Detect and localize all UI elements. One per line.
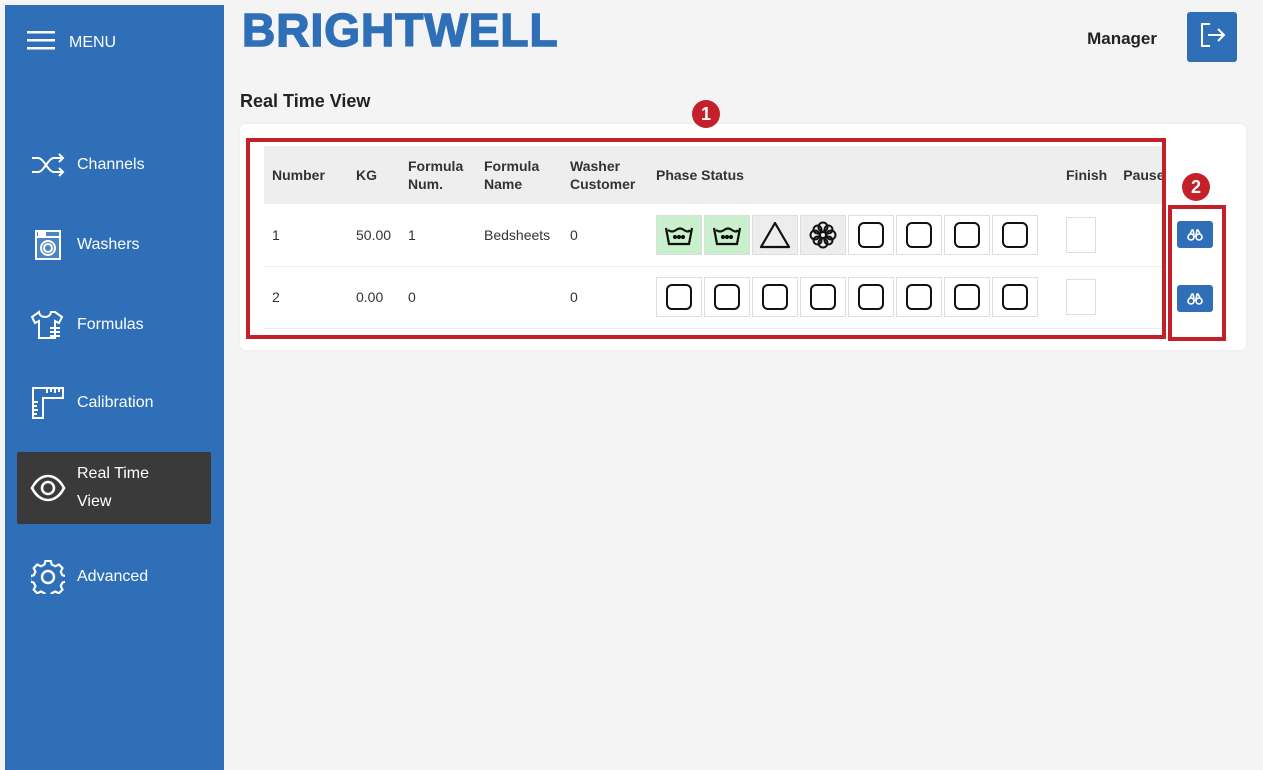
view-details-button[interactable] [1177,221,1213,248]
binoculars-icon [1187,228,1203,241]
main-content: BRIGHTWELL Manager Real Time View Number… [224,3,1263,770]
highlight-box-1 [246,138,1166,339]
washer-icon [29,226,67,264]
sidebar-item-formulas[interactable]: Formulas [17,289,211,361]
shuffle-icon [29,146,67,184]
menu-button[interactable]: MENU [27,30,116,55]
logout-button[interactable] [1187,12,1237,62]
sidebar: MENU Channels Washers Formulas Calibrati… [5,5,224,770]
user-name: Manager [1087,29,1157,48]
sidebar-item-washers[interactable]: Washers [17,209,211,281]
view-details-button[interactable] [1177,285,1213,312]
gear-icon [29,558,67,596]
eye-icon [29,469,67,507]
sidebar-item-label: Washers [77,236,140,253]
logout-icon [1198,21,1226,54]
sidebar-item-real-time-view[interactable]: Real Time View [17,452,211,524]
page-title: Real Time View [240,91,371,111]
sidebar-item-label: Calibration [77,394,154,411]
sidebar-item-label: Channels [77,156,145,173]
binoculars-icon [1187,292,1203,305]
annotation-badge-2: 2 [1182,173,1210,201]
sidebar-item-advanced[interactable]: Advanced [17,541,211,613]
sidebar-item-label: Formulas [77,316,144,333]
annotation-badge-1: 1 [692,100,720,128]
shirt-icon [29,306,67,344]
hamburger-icon [27,30,55,55]
label-line-1: Real Time [77,465,150,482]
sidebar-item-label: Real Time View [77,460,149,516]
sidebar-item-channels[interactable]: Channels [17,129,211,201]
sidebar-item-calibration[interactable]: Calibration [17,367,211,439]
ruler-icon [29,384,67,422]
label-line-2: View [77,493,112,510]
brightwell-logo: BRIGHTWELL [241,3,559,57]
sidebar-item-label: Advanced [77,568,149,585]
menu-label: MENU [69,33,117,51]
